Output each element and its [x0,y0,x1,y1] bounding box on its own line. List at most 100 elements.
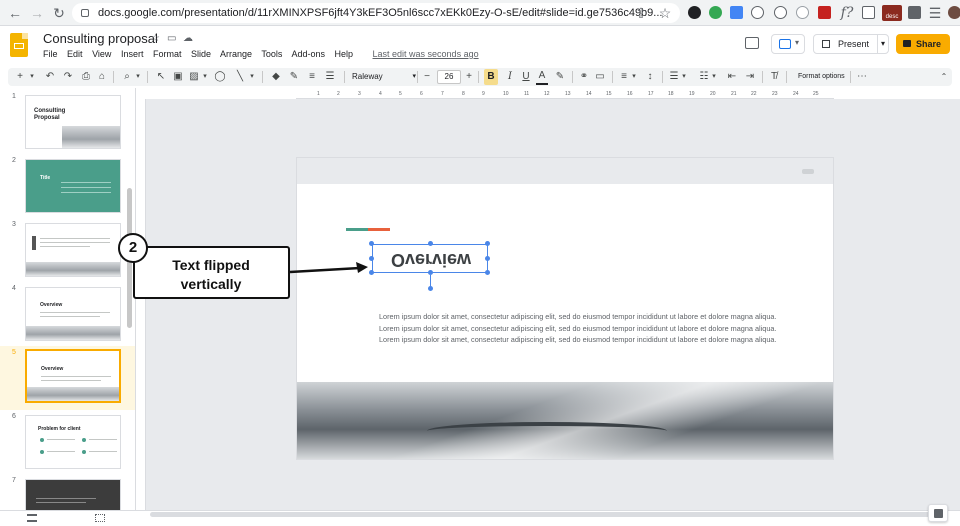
italic-icon[interactable]: I [504,69,516,85]
share-page-icon[interactable]: ⇪ [632,4,650,22]
slide-body-text[interactable]: Lorem ipsum dolor sit amet, consectetur … [379,311,784,346]
comment-history-icon[interactable] [745,37,759,49]
function-extension-icon[interactable]: f? [838,4,856,22]
select-cursor-icon[interactable]: ↖ [155,69,167,85]
menu-help[interactable]: Help [334,49,353,59]
extension-icon[interactable] [751,6,764,19]
border-color-icon[interactable]: ✎ [288,69,300,85]
present-dropdown-icon[interactable]: ▾ [876,35,885,53]
zoom-icon[interactable]: ⌕ [120,69,134,85]
resize-handle[interactable] [485,256,490,261]
chevron-down-icon[interactable]: ▾ [201,69,209,85]
underline-icon[interactable]: U [520,69,532,85]
add-comment-icon[interactable]: ▭ [594,69,606,85]
grid-view-icon[interactable] [95,514,105,522]
menu-file[interactable]: File [43,49,58,59]
share-button[interactable]: Share [896,34,950,54]
bookmark-star-icon[interactable]: ☆ [656,4,674,22]
slide-thumbnail-6[interactable]: Problem for client [25,415,121,469]
resize-handle[interactable] [369,241,374,246]
reload-icon[interactable]: ↻ [50,4,68,22]
extension-icon[interactable] [709,6,722,19]
bulleted-list-icon[interactable]: ☰ [668,69,680,85]
highlight-icon[interactable]: ✎ [554,69,566,85]
menu-edit[interactable]: Edit [67,49,83,59]
resize-handle[interactable] [485,241,490,246]
format-options-button[interactable]: Format options [798,69,845,85]
explore-button[interactable] [928,504,948,522]
shape-icon[interactable]: ◯ [214,69,226,85]
link-icon[interactable]: ⚭ [578,69,590,85]
avatar[interactable] [948,6,960,19]
slide-thumbnail-7[interactable] [25,479,121,512]
slide-thumbnail-2[interactable]: Title [25,159,121,213]
extension-icon[interactable] [818,6,831,19]
folder-icon[interactable]: ▭ [167,33,176,44]
undo-icon[interactable]: ↶ [44,69,56,85]
chevron-down-icon[interactable]: ▾ [710,69,718,85]
rotate-handle[interactable] [428,286,433,291]
menu-tools[interactable]: Tools [261,49,282,59]
slide-thumbnail-3[interactable] [25,223,121,277]
extension-icon[interactable] [688,6,701,19]
bold-button[interactable]: B [484,69,498,85]
star-icon[interactable]: ☆ [151,33,160,44]
line-icon[interactable]: ╲ [234,69,246,85]
menu-icon[interactable]: ☰ [926,4,944,22]
menu-add-ons[interactable]: Add-ons [291,49,325,59]
collapse-chevron-up-icon[interactable]: ⌃ [938,69,950,85]
present-button[interactable]: Present ▾ [813,34,889,54]
horizontal-scrollbar[interactable] [150,512,930,517]
slide-thumbnail-4[interactable]: Overview [25,287,121,341]
increase-indent-icon[interactable]: ⇥ [744,69,756,85]
text-box-icon[interactable]: ▣ [172,69,184,85]
slide-thumbnail-5[interactable]: Overview [25,349,121,403]
chevron-down-icon[interactable]: ▾ [630,69,638,85]
increase-font-size-icon[interactable]: + [464,69,474,85]
filmstrip-view-icon[interactable] [27,514,37,522]
chevron-down-icon[interactable]: ▾ [248,69,256,85]
chevron-down-icon[interactable]: ▾ [680,69,688,85]
back-icon[interactable]: ← [6,4,24,22]
redo-icon[interactable]: ↷ [62,69,74,85]
menu-slide[interactable]: Slide [191,49,211,59]
title-text-box[interactable]: Overview [372,244,488,273]
menu-view[interactable]: View [92,49,111,59]
extension-icon[interactable] [774,6,787,19]
image-icon[interactable]: ▨ [188,69,200,85]
extension-icon[interactable] [730,6,743,19]
clear-formatting-icon[interactable]: T̸ [768,69,780,85]
camera-extension-icon[interactable] [862,6,875,19]
decrease-indent-icon[interactable]: ⇤ [726,69,738,85]
font-size-field[interactable]: 26 [437,70,461,84]
resize-handle[interactable] [485,270,490,275]
border-weight-icon[interactable]: ≡ [306,69,318,85]
numbered-list-icon[interactable]: ☷ [698,69,710,85]
border-dash-icon[interactable]: ☰ [324,69,336,85]
slide-canvas[interactable]: Overview Lorem ipsum dolor sit amet, con… [296,157,834,460]
paint-format-icon[interactable]: ⌂ [96,69,108,85]
desc-extension-icon[interactable]: desc [882,5,902,21]
more-options-icon[interactable]: ⋯ [856,69,868,85]
font-selector[interactable]: Raleway ▾ [352,69,416,85]
chevron-down-icon[interactable]: ▾ [28,69,36,85]
slides-logo-icon[interactable] [10,33,28,57]
menu-format[interactable]: Format [153,49,182,59]
document-title[interactable]: Consulting proposal [43,31,158,46]
align-icon[interactable]: ≡ [618,69,630,85]
extension-icon[interactable] [796,6,809,19]
last-edit-link[interactable]: Last edit was seconds ago [373,49,479,59]
slide-thumbnail-1[interactable]: Consulting Proposal [25,95,121,149]
forward-icon[interactable]: → [28,4,46,22]
puzzle-icon[interactable] [908,6,921,19]
menu-arrange[interactable]: Arrange [220,49,252,59]
menu-insert[interactable]: Insert [121,49,144,59]
chevron-down-icon[interactable]: ▾ [134,69,142,85]
print-icon[interactable]: ⎙ [80,69,92,85]
snowy-road-photo[interactable] [297,382,833,459]
address-bar[interactable]: docs.google.com/presentation/d/11rXMINXP… [72,3,680,23]
text-color-button[interactable]: A [536,69,548,85]
decrease-font-size-icon[interactable]: − [422,69,432,85]
meet-button[interactable]: ▾ [771,34,805,54]
line-spacing-icon[interactable]: ↕ [644,69,656,85]
